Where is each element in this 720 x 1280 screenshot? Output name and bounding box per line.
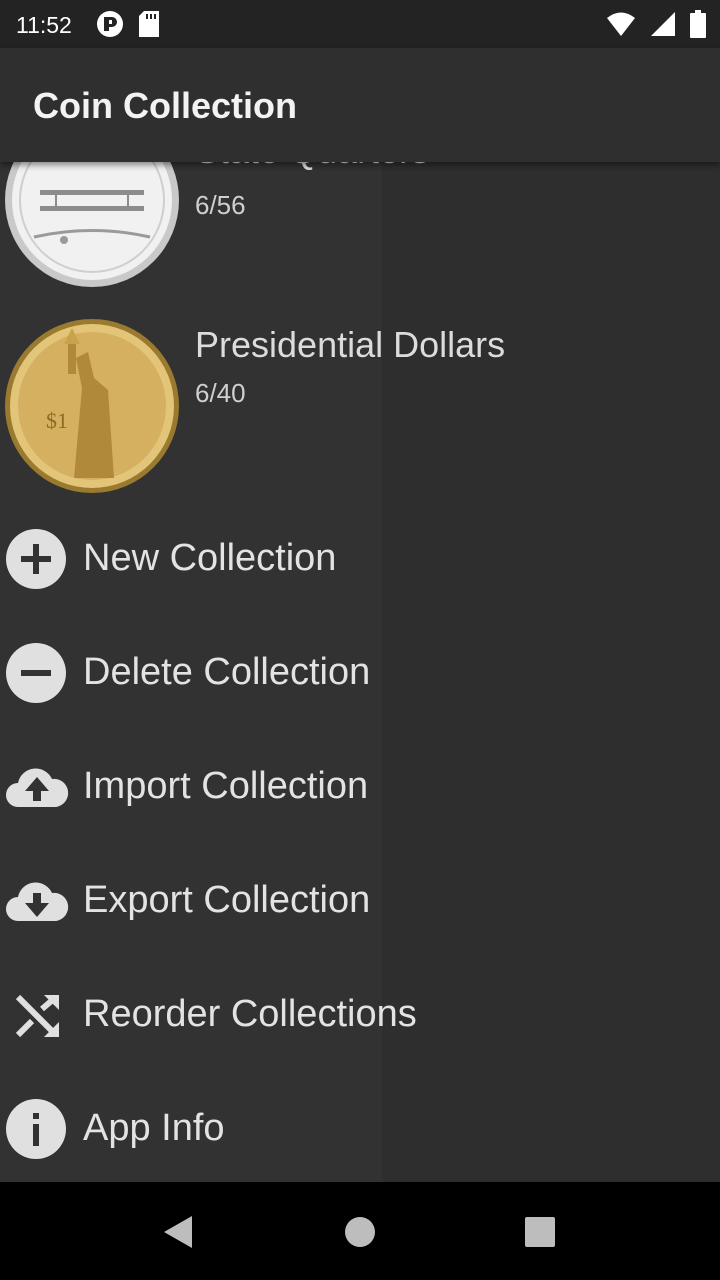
add-circle-icon <box>6 529 66 589</box>
system-navigation-bar <box>0 1182 720 1280</box>
cell-signal-icon <box>651 12 675 36</box>
presidential-dollar-coin-image: $1 <box>5 319 179 493</box>
battery-icon <box>690 10 706 38</box>
app-bar: Coin Collection <box>0 48 720 162</box>
collection-item-state-quarters[interactable]: State Quarters 6/56 <box>0 162 720 298</box>
app-title: Coin Collection <box>33 85 297 126</box>
shuffle-icon <box>15 994 59 1038</box>
state-quarter-coin-image <box>5 162 179 287</box>
menu-label: Delete Collection <box>83 651 371 693</box>
menu-item-import-collection[interactable]: Import Collection <box>0 730 720 844</box>
info-icon <box>6 1099 66 1159</box>
status-time: 11:52 <box>16 12 72 38</box>
menu-label: App Info <box>83 1107 225 1149</box>
recents-button[interactable] <box>510 1202 570 1262</box>
menu-label: Import Collection <box>83 765 369 807</box>
status-bar: 11:52 <box>0 0 720 48</box>
collection-name: State Quarters <box>195 162 429 172</box>
svg-text:$1: $1 <box>46 408 68 433</box>
back-button[interactable] <box>148 1202 208 1262</box>
menu-item-reorder-collections[interactable]: Reorder Collections <box>0 958 720 1072</box>
menu-item-export-collection[interactable]: Export Collection <box>0 844 720 958</box>
wifi-icon <box>607 12 635 36</box>
collection-count: 6/40 <box>195 378 246 408</box>
home-button[interactable] <box>330 1202 390 1262</box>
menu-item-app-info[interactable]: App Info <box>0 1072 720 1182</box>
collection-name: Presidential Dollars <box>195 324 506 365</box>
menu-label: Reorder Collections <box>83 993 417 1035</box>
menu-item-new-collection[interactable]: New Collection <box>0 502 720 616</box>
menu-label: Export Collection <box>83 879 371 921</box>
cloud-download-icon <box>6 882 69 921</box>
sd-card-icon <box>139 11 159 37</box>
menu-item-delete-collection[interactable]: Delete Collection <box>0 616 720 730</box>
collection-count: 6/56 <box>195 190 246 220</box>
menu-label: New Collection <box>83 537 337 579</box>
collection-item-presidential-dollars[interactable]: $1 Presidential Dollars 6/40 <box>0 314 720 500</box>
drawer-content[interactable]: State Quarters 6/56 $1 Presidential Doll… <box>0 162 720 1182</box>
cloud-upload-icon <box>6 768 69 807</box>
remove-circle-icon <box>6 643 66 703</box>
notification-app-icon <box>97 11 123 37</box>
